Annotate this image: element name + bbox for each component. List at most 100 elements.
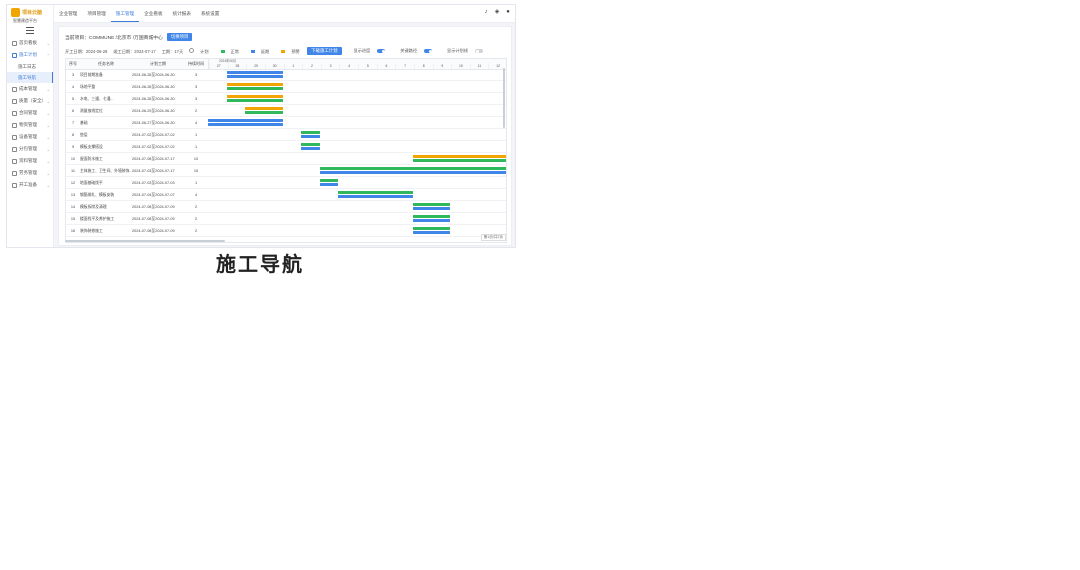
view-toggle[interactable]: 关键路径: [400, 48, 438, 53]
cell-name: 水电、三通、七通...: [80, 97, 114, 101]
sidebar-item-label: 开工准备: [19, 182, 37, 187]
table-row[interactable]: 5 水电、三通、七通... 2024-06-28至2024-06-30 3: [66, 94, 506, 105]
view-toggle[interactable]: 显示进度: [354, 48, 392, 53]
table-row[interactable]: 9 模板支撑搭设 2024-07-02至2024-07-02 1: [66, 142, 506, 153]
toggle-switch[interactable]: [475, 49, 483, 53]
legend-swatch: [250, 49, 255, 53]
table-row[interactable]: 10 屋面防水施工 2024-07-08至2024-07-17 10: [66, 154, 506, 165]
submenu-item[interactable]: 施工日志: [7, 61, 53, 72]
user-icon[interactable]: ●: [505, 9, 511, 15]
sidebar-item[interactable]: 合同管理 ⌄: [7, 107, 53, 119]
table-row[interactable]: 7 基础 2024-06-27至2024-06-30 4: [66, 118, 506, 129]
legend-label: 延期: [260, 48, 270, 54]
gantt-bar-plan[interactable]: [226, 95, 283, 98]
gantt-bar-actual[interactable]: [412, 219, 451, 222]
gantt-bar-actual[interactable]: [226, 75, 283, 78]
gantt-bar-actual[interactable]: [301, 147, 320, 150]
gantt-bar-actual[interactable]: [226, 87, 283, 90]
sidebar-item[interactable]: 施工计划 ⌃: [7, 49, 53, 61]
top-tab[interactable]: 系统设置: [196, 5, 224, 22]
gantt-bar-plan[interactable]: [319, 179, 339, 182]
logo: 项目云脑: [7, 5, 53, 17]
sidebar-item-label: 合同管理: [19, 110, 37, 115]
gantt-bar-actual[interactable]: [412, 159, 506, 162]
sidebar-item[interactable]: 资料管理 ⌄: [7, 155, 53, 167]
gantt-bar-plan[interactable]: [245, 107, 283, 110]
fullscreen-icon[interactable]: ◈: [494, 9, 500, 15]
gantt-bar-plan[interactable]: [412, 155, 506, 158]
table-row[interactable]: 16 装饰装修施工 2024-07-08至2024-07-09 2: [66, 226, 506, 237]
gantt-bar-actual[interactable]: [319, 171, 506, 174]
chevron-icon: ⌄: [46, 98, 50, 104]
download-plan-button[interactable]: 下载施工计划: [307, 47, 342, 55]
menu-collapse-icon[interactable]: [26, 27, 34, 34]
gantt-bar-actual[interactable]: [301, 135, 320, 138]
gantt-bar-plan[interactable]: [338, 191, 413, 194]
gantt-bar-plan[interactable]: [226, 71, 283, 74]
table-row[interactable]: 13 钢筋绑扎、模板安装 2024-07-04至2024-07-07 4: [66, 190, 506, 201]
table-row[interactable]: 6 测量放线定位 2024-06-29至2024-06-30 2: [66, 106, 506, 117]
top-nav: 企业管理 项目管理 施工管理 企业看板 统计报表 系统设置 ♪ ◈ ●: [54, 5, 515, 23]
sidebar-item[interactable]: 成本管理 ⌄: [7, 83, 53, 95]
submenu-item[interactable]: 施工导航: [7, 72, 53, 83]
table-row[interactable]: 12 地面基础找平 2024-07-03至2024-07-03 1: [66, 178, 506, 189]
gantt-bar-plan[interactable]: [301, 143, 320, 146]
main-content: 当前项目：COMMUNE /北京市 /万国商城中心 切换项目 开工日期：2024…: [58, 26, 512, 246]
top-tab[interactable]: 统计报表: [168, 5, 196, 22]
table-row[interactable]: 8 垫层 2024-07-02至2024-07-02 1: [66, 130, 506, 141]
top-tab[interactable]: 项目管理: [82, 5, 110, 22]
cell-plan: 2024-06-28至2024-06-30: [132, 73, 175, 77]
sidebar-item[interactable]: 设备管理 ⌄: [7, 131, 53, 143]
switch-project-button[interactable]: 切换项目: [166, 33, 193, 41]
gantt-bar-plan[interactable]: [319, 167, 506, 170]
gantt-bar-plan[interactable]: [208, 119, 283, 122]
chevron-icon: ⌄: [46, 86, 50, 92]
gantt-bar-actual[interactable]: [226, 99, 283, 102]
cell-days: 4: [194, 193, 198, 197]
sidebar-item[interactable]: 首页看板 ⌄: [7, 37, 53, 49]
gantt-bar-plan[interactable]: [412, 227, 451, 230]
cell-index: 16: [70, 229, 76, 233]
sidebar-item[interactable]: 开工准备 ⌄: [7, 179, 53, 191]
sidebar-item[interactable]: 质量（安全） ⌄: [7, 95, 53, 107]
table-row[interactable]: 4 场地平整 2024-06-28至2024-06-30 3: [66, 82, 506, 93]
table-row[interactable]: 11 主体施工、卫生间、外墙装饰... 2024-07-03至2024-07-17 1…: [66, 166, 506, 177]
sidebar-item[interactable]: 物资管理 ⌄: [7, 119, 53, 131]
top-tab[interactable]: 企业管理: [54, 5, 82, 22]
bell-icon[interactable]: ♪: [483, 9, 489, 15]
sidebar-menu: 首页看板 ⌄ 施工计划 ⌃ 施工日志 施工导航 成本管理 ⌄ 质量（安全） ⌄ 合同管理 ⌄ 物资管理 ⌄…: [7, 37, 53, 191]
toggle-label: 显示计划线: [447, 48, 468, 53]
sidebar-item[interactable]: 劳务管理 ⌄: [7, 167, 53, 179]
gantt-bar-actual[interactable]: [319, 183, 339, 186]
gantt-bar-plan[interactable]: [226, 83, 283, 86]
horizontal-scrollbar[interactable]: [65, 240, 225, 242]
toggle-switch[interactable]: [377, 49, 386, 53]
gantt-bar-plan[interactable]: [412, 215, 451, 218]
view-toggle[interactable]: 显示计划线: [447, 48, 489, 53]
top-tab[interactable]: 企业看板: [139, 5, 167, 22]
chevron-icon: ⌄: [46, 110, 50, 116]
table-row[interactable]: 14 模板拆除及清理 2024-07-08至2024-07-09 2: [66, 202, 506, 213]
menu-item-icon: [12, 146, 17, 152]
radio-icon: [189, 48, 195, 54]
table-row[interactable]: 3 项目前期准备 2024-06-28至2024-06-30 3: [66, 70, 506, 81]
sidebar-item-label: 设备管理: [19, 134, 37, 139]
gantt-bar-actual[interactable]: [338, 195, 413, 198]
gantt-grid: 序号 任务名称 计划工期 持续时间 2024年06月 27 28 29 30 1 2 3 4 5…: [65, 58, 507, 243]
pager[interactable]: 第1页/共2页: [480, 234, 506, 241]
gantt-bar-plan[interactable]: [412, 203, 451, 206]
sidebar-item-label: 成本管理: [19, 86, 37, 91]
gantt-bar-actual[interactable]: [208, 123, 283, 126]
sidebar-item[interactable]: 分包管理 ⌄: [7, 143, 53, 155]
gantt-bar-actual[interactable]: [412, 207, 451, 210]
cell-index: 7: [71, 121, 75, 125]
table-row[interactable]: 15 楼面找平及养护施工 2024-07-08至2024-07-09 2: [66, 214, 506, 225]
vertical-scrollbar[interactable]: [503, 68, 505, 128]
top-tab[interactable]: 施工管理: [110, 5, 140, 22]
plan-radio[interactable]: 计划: [189, 48, 214, 55]
legend-swatch: [281, 49, 286, 53]
gantt-bar-actual[interactable]: [245, 111, 283, 114]
toggle-switch[interactable]: [424, 49, 433, 53]
gantt-bar-actual[interactable]: [412, 231, 451, 234]
gantt-bar-plan[interactable]: [301, 131, 320, 134]
